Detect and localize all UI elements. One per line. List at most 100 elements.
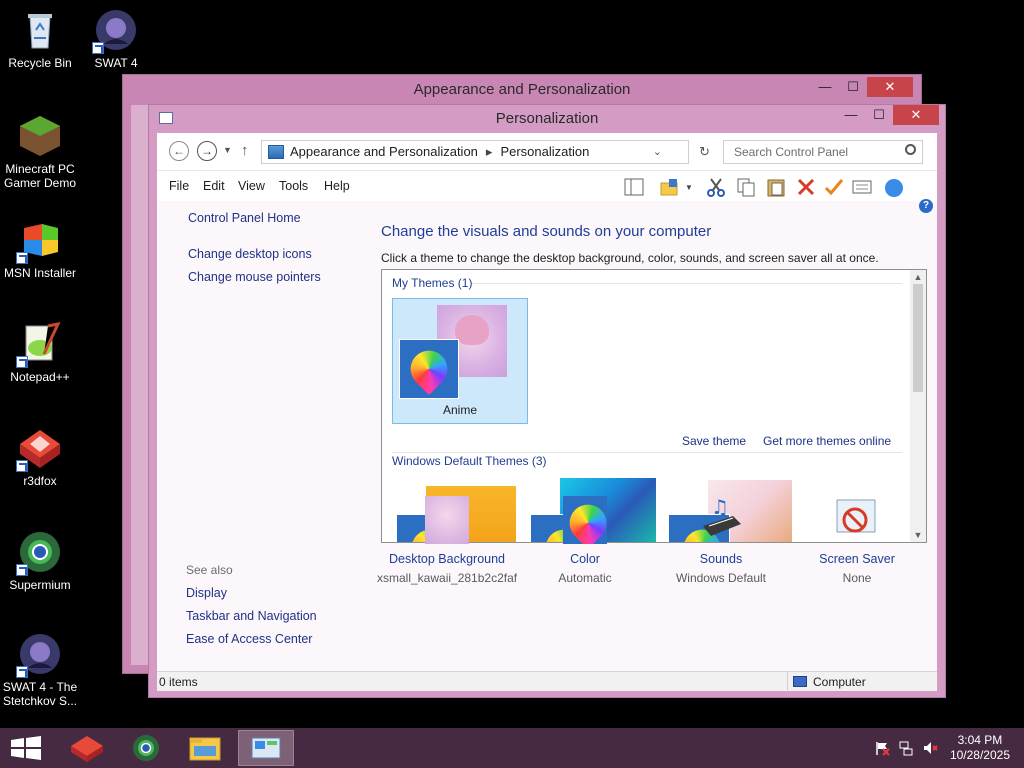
group-divider — [472, 283, 902, 284]
desktop-icon-swat4-stetchkov[interactable]: SWAT 4 - The Stetchkov S... — [0, 632, 80, 708]
menu-help[interactable]: Help — [324, 179, 350, 193]
address-field[interactable]: Appearance and Personalization ▸ Personali… — [261, 140, 710, 164]
address-dropdown-chevron-icon[interactable]: ⌄ — [653, 141, 662, 163]
personalization-window[interactable]: Personalization — ☐ ✕ ← → ▼ ↑ Appearance… — [148, 104, 946, 698]
sounds-setting[interactable]: ♫ Sounds Windows Default — [651, 496, 791, 585]
help-globe-icon[interactable] — [881, 177, 909, 197]
desktop-icon-label: Notepad++ — [10, 370, 70, 384]
delete-icon[interactable] — [795, 177, 817, 197]
properties-dropdown-chevron-icon[interactable]: ▼ — [685, 183, 693, 192]
taskbar-navigation-link[interactable]: Taskbar and Navigation — [186, 609, 317, 623]
display-link[interactable]: Display — [186, 586, 227, 600]
copy-icon[interactable] — [735, 177, 757, 197]
back-arrow-icon[interactable]: ← — [169, 141, 189, 161]
close-button[interactable]: ✕ — [867, 77, 913, 97]
minimize-button[interactable]: — — [811, 77, 839, 97]
desktop-icon-supermium[interactable]: Supermium — [0, 530, 80, 592]
recycle-bin-icon — [18, 8, 62, 52]
r3dfox-icon — [71, 736, 103, 762]
desktop-icon-label: r3dfox — [23, 474, 57, 488]
details-view-icon[interactable] — [851, 177, 873, 197]
breadcrumb-appearance[interactable]: Appearance and Personalization — [290, 144, 478, 159]
paste-icon[interactable] — [765, 177, 787, 197]
desktop-icon-recycle-bin[interactable]: Recycle Bin — [0, 8, 80, 70]
search-input[interactable]: Search Control Panel — [723, 140, 923, 164]
ease-of-access-link[interactable]: Ease of Access Center — [186, 632, 312, 646]
action-center-flag-icon[interactable] — [874, 740, 890, 756]
swat4-stetchkov-icon — [16, 632, 62, 678]
search-placeholder: Search Control Panel — [734, 145, 849, 159]
maximize-button[interactable]: ☐ — [839, 77, 867, 97]
theme-tile-anime[interactable]: Anime — [392, 298, 528, 424]
network-icon[interactable] — [898, 740, 914, 756]
window-title: Personalization — [495, 110, 599, 127]
menu-edit[interactable]: Edit — [203, 179, 225, 193]
checkmark-icon[interactable] — [823, 177, 845, 197]
maximize-button[interactable]: ☐ — [865, 105, 893, 125]
my-themes-group-header[interactable]: My Themes (1) — [392, 276, 472, 290]
taskbar-control-panel[interactable] — [238, 730, 294, 766]
search-icon[interactable] — [905, 144, 916, 155]
see-also-heading: See also — [186, 563, 233, 577]
r3dfox-icon — [16, 426, 62, 472]
color-fan-icon — [399, 339, 459, 399]
save-theme-link[interactable]: Save theme — [682, 434, 746, 448]
screen-saver-icon — [836, 499, 876, 533]
location-label: Computer — [813, 675, 866, 689]
desktop-icon-label: MSN Installer — [3, 266, 77, 280]
menu-file[interactable]: File — [169, 179, 189, 193]
status-bar: 0 items Computer — [157, 671, 937, 692]
get-more-themes-link[interactable]: Get more themes online — [763, 434, 891, 448]
menu-view[interactable]: View — [238, 179, 265, 193]
window-client: ← → ▼ ↑ Appearance and Personalization ▸ P… — [157, 133, 937, 692]
theme-name: Anime — [442, 403, 477, 417]
control-panel-icon — [251, 737, 281, 759]
desktop-icon-notepadpp[interactable]: Notepad++ — [0, 321, 80, 384]
minimize-button[interactable]: — — [837, 105, 865, 125]
screen-saver-setting[interactable]: Screen Saver None — [787, 496, 927, 585]
setting-name: Screen Saver — [819, 552, 895, 566]
desktop-background-setting[interactable]: Desktop Background xsmall_kawaii_281b2c2… — [377, 496, 517, 585]
menu-tools[interactable]: Tools — [279, 179, 308, 193]
desktop-icon-label: Minecraft PC Gamer Demo — [3, 162, 77, 190]
desktop-icon-msn-installer[interactable]: MSN Installer — [0, 218, 80, 280]
clock-date: 10/28/2025 — [949, 748, 1010, 762]
setting-name: Desktop Background — [388, 552, 506, 566]
cut-icon[interactable] — [705, 177, 727, 197]
address-bar-row: ← → ▼ ↑ Appearance and Personalization ▸ P… — [157, 133, 937, 171]
scroll-up-icon[interactable]: ▲ — [913, 272, 923, 282]
main-content: Change the visuals and sounds on your co… — [377, 201, 937, 671]
sounds-icon: ♫ — [703, 496, 741, 536]
up-arrow-icon[interactable]: ↑ — [241, 142, 249, 159]
desktop-icon-label: SWAT 4 — [94, 56, 138, 70]
system-clock[interactable]: 3:04 PM 10/28/2025 — [950, 733, 1010, 763]
desktop-icon-swat4[interactable]: SWAT 4 — [76, 8, 156, 70]
start-button[interactable] — [0, 730, 56, 766]
desktop-icon-r3dfox[interactable]: r3dfox — [0, 426, 80, 488]
close-button[interactable]: ✕ — [893, 105, 939, 125]
volume-muted-icon[interactable] — [922, 740, 938, 756]
change-mouse-pointers-link[interactable]: Change mouse pointers — [188, 270, 321, 284]
taskbar-supermium[interactable] — [118, 730, 174, 766]
layout-pane-icon[interactable] — [623, 177, 645, 197]
taskbar: 3:04 PM 10/28/2025 — [0, 728, 1024, 768]
notepadpp-icon — [16, 321, 62, 368]
forward-arrow-icon[interactable]: → — [197, 141, 217, 161]
refresh-icon[interactable]: ↻ — [699, 141, 710, 163]
status-divider — [787, 672, 788, 692]
change-desktop-icons-link[interactable]: Change desktop icons — [188, 247, 312, 261]
svg-text:♫: ♫ — [711, 496, 729, 519]
scroll-thumb[interactable] — [913, 284, 923, 392]
taskbar-file-explorer[interactable] — [177, 730, 233, 766]
folder-properties-icon[interactable] — [659, 177, 681, 197]
desktop-icon-minecraft[interactable]: Minecraft PC Gamer Demo — [0, 114, 80, 190]
taskbar-r3dfox[interactable] — [59, 730, 115, 766]
recent-pages-chevron-icon[interactable]: ▼ — [223, 145, 232, 155]
desktop-icon-label: Supermium — [9, 578, 71, 592]
page-description: Click a theme to change the desktop back… — [381, 251, 879, 265]
control-panel-home-link[interactable]: Control Panel Home — [188, 211, 301, 225]
breadcrumb-personalization[interactable]: Personalization — [500, 144, 589, 159]
color-setting[interactable]: Color Automatic — [515, 496, 655, 585]
window-controls: — ☐ ✕ — [837, 105, 939, 125]
default-themes-group-header[interactable]: Windows Default Themes (3) — [392, 454, 547, 468]
